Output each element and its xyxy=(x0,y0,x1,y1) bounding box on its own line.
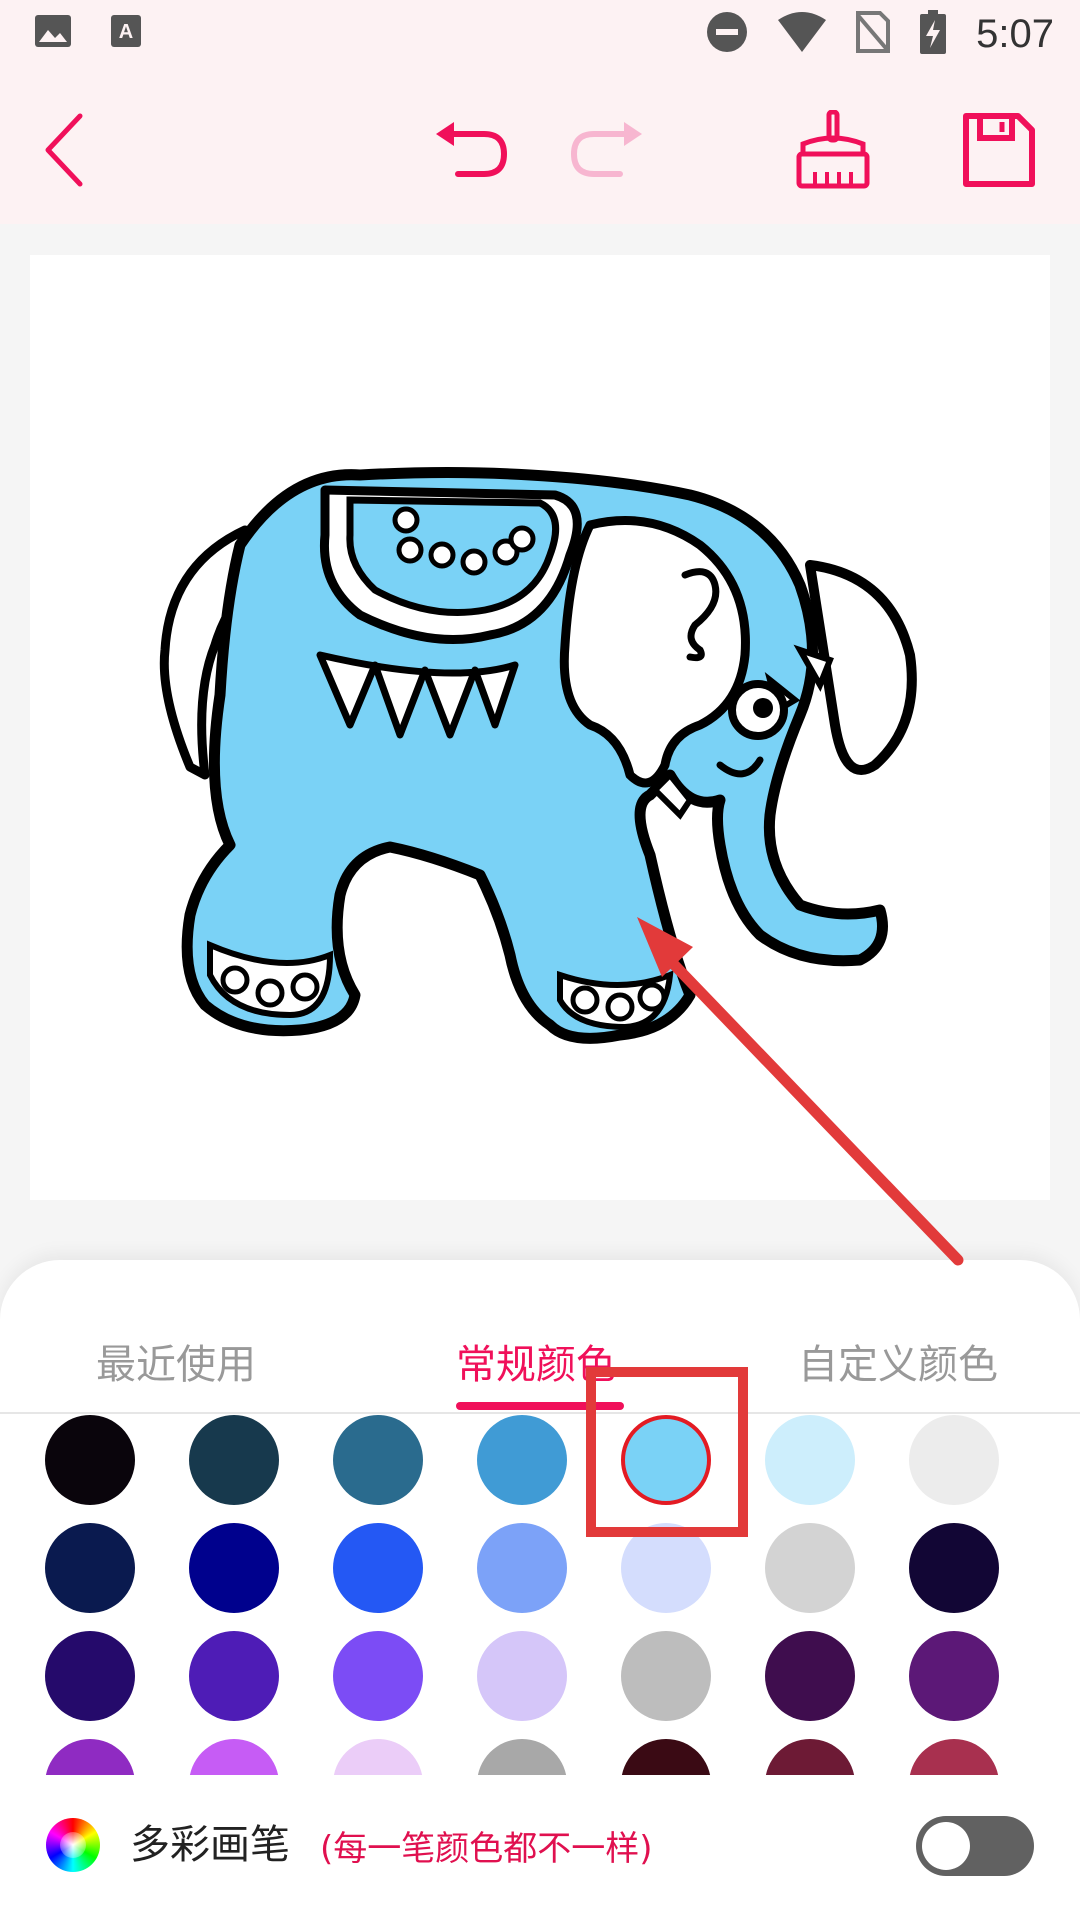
color-swatch[interactable] xyxy=(189,1739,279,1775)
color-swatch[interactable] xyxy=(333,1415,423,1505)
color-swatch[interactable] xyxy=(45,1739,135,1775)
color-swatch[interactable] xyxy=(477,1739,567,1775)
tab-custom-colors[interactable]: 自定义颜色 xyxy=(798,1320,998,1410)
undo-icon xyxy=(432,118,512,186)
color-swatch[interactable] xyxy=(765,1415,855,1505)
battery-charging-icon xyxy=(920,10,947,58)
color-swatch[interactable] xyxy=(477,1631,567,1721)
tab-recent[interactable]: 最近使用 xyxy=(96,1320,256,1410)
multicolor-pen-toggle[interactable] xyxy=(916,1816,1034,1876)
undo-button[interactable] xyxy=(432,112,512,192)
toolbar xyxy=(0,72,1080,224)
clear-button[interactable] xyxy=(793,109,873,194)
save-button[interactable] xyxy=(958,112,1038,192)
multicolor-pen-label: 多彩画笔 xyxy=(130,1822,290,1868)
color-wheel-icon xyxy=(46,1818,100,1872)
color-swatch[interactable] xyxy=(909,1739,999,1775)
elephant-drawing xyxy=(159,467,917,1044)
color-swatch[interactable] xyxy=(909,1631,999,1721)
color-swatch[interactable] xyxy=(189,1415,279,1505)
redo-button[interactable] xyxy=(566,112,646,192)
multicolor-pen-row: 多彩画笔 (每一笔颜色都不一样) xyxy=(0,1780,1080,1920)
color-swatch[interactable] xyxy=(45,1631,135,1721)
color-swatch[interactable] xyxy=(765,1523,855,1613)
status-bar: A 5:07 xyxy=(0,0,1080,72)
color-swatch[interactable] xyxy=(621,1739,711,1775)
svg-text:A: A xyxy=(119,21,133,43)
color-swatch[interactable] xyxy=(189,1631,279,1721)
text-a-icon: A xyxy=(110,14,142,52)
color-swatch[interactable] xyxy=(333,1631,423,1721)
multicolor-pen-note: (每一笔颜色都不一样) xyxy=(320,1829,653,1869)
color-swatch[interactable] xyxy=(909,1415,999,1505)
back-icon xyxy=(36,110,96,194)
redo-icon xyxy=(566,118,646,186)
color-swatch[interactable] xyxy=(765,1631,855,1721)
color-swatch[interactable] xyxy=(45,1523,135,1613)
no-sim-icon xyxy=(854,11,892,57)
image-icon xyxy=(34,14,72,52)
color-swatch[interactable] xyxy=(909,1523,999,1613)
color-swatch[interactable] xyxy=(621,1631,711,1721)
color-swatch[interactable] xyxy=(477,1523,567,1613)
toggle-knob xyxy=(922,1822,970,1870)
annotation-highlight-box xyxy=(586,1367,748,1537)
back-button[interactable] xyxy=(26,112,106,192)
save-icon xyxy=(960,112,1036,192)
color-swatch[interactable] xyxy=(765,1739,855,1775)
clock: 5:07 xyxy=(976,11,1054,56)
color-swatch[interactable] xyxy=(189,1523,279,1613)
color-swatch[interactable] xyxy=(477,1415,567,1505)
color-swatch[interactable] xyxy=(333,1523,423,1613)
color-palette xyxy=(0,1415,1080,1775)
drawing-canvas[interactable] xyxy=(30,255,1050,1200)
color-swatch[interactable] xyxy=(45,1415,135,1505)
wifi-icon xyxy=(778,12,827,56)
tab-divider xyxy=(0,1412,1080,1414)
color-tabs: 最近使用 常规颜色 自定义颜色 xyxy=(0,1320,1080,1410)
clear-brush-icon xyxy=(795,109,871,194)
color-swatch[interactable] xyxy=(333,1739,423,1775)
do-not-disturb-icon xyxy=(706,11,748,57)
